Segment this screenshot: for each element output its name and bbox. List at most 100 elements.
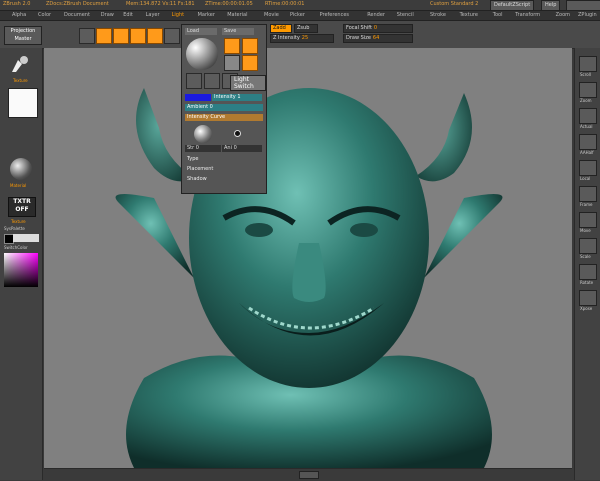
right-local-button[interactable]: Local [579, 160, 597, 181]
light-color-swatch[interactable] [185, 94, 211, 101]
light-bulb-3-icon[interactable] [224, 55, 240, 71]
intensity-curve-button[interactable]: Intensity Curve [185, 114, 263, 121]
right-actual-button[interactable]: Actual [579, 108, 597, 129]
right-scale-label: Scale [580, 254, 591, 259]
color-picker[interactable] [4, 253, 38, 287]
zsub-button[interactable]: Zsub [294, 24, 318, 33]
right-xpose-label: Xpose [580, 306, 593, 311]
edit-button[interactable] [96, 28, 112, 44]
txtr-off-button[interactable]: TXTR OFF [8, 197, 36, 217]
menu-texture[interactable]: Texture [460, 12, 478, 18]
right-xpose-button[interactable]: Xpose [579, 290, 597, 311]
menu-render[interactable]: Render [367, 12, 385, 18]
menu-marker[interactable]: Marker [198, 12, 215, 18]
light-bulb-2-icon[interactable] [242, 38, 258, 54]
right-frame-button[interactable]: Frame [579, 186, 597, 207]
demon-head-model[interactable] [44, 48, 572, 468]
texture-label-2: Texture [11, 219, 26, 224]
menu-movie[interactable]: Movie [264, 12, 279, 18]
menu-layer[interactable]: Layer [146, 12, 160, 18]
frame-icon[interactable] [79, 28, 95, 44]
right-zoom-button[interactable]: Zoom [579, 82, 597, 103]
light-bulb-6-icon[interactable] [204, 73, 220, 89]
rtime-readout: RTime:00:00:01 [265, 1, 305, 7]
title-bar: ZBrush 2.0 ZDocs:ZBrush Document Mem:134… [0, 0, 600, 11]
intensity-slider[interactable]: Intensity 1 [212, 94, 262, 101]
str-slider[interactable]: Str 0 [185, 145, 221, 152]
bottom-tray [44, 468, 572, 481]
menu-zoom[interactable]: Zoom [556, 12, 570, 18]
app-title: ZBrush 2.0 [3, 1, 31, 7]
right-zoom-label: Zoom [580, 98, 592, 103]
menu-transform[interactable]: Transform [515, 12, 540, 18]
specular-preview [194, 125, 212, 143]
menu-bar: Alpha Color Document Draw Edit Layer Light Mark… [0, 11, 600, 21]
material-sphere[interactable] [10, 158, 32, 180]
menu-picker[interactable]: Picker [290, 12, 305, 18]
move-button[interactable] [130, 28, 146, 44]
right-move-label: Move [580, 228, 591, 233]
right-actual-label: Actual [580, 124, 593, 129]
window-controls[interactable] [566, 0, 600, 11]
right-aahalf-button[interactable]: AAHalf [579, 134, 597, 155]
right-rotate-button[interactable]: Rotate [579, 264, 597, 285]
texture-slot[interactable] [8, 88, 38, 118]
rotate-button[interactable] [164, 28, 180, 44]
ani-slider[interactable]: Ani 0 [222, 145, 262, 152]
script-button[interactable]: DefaultZScript [490, 0, 535, 11]
projection-master-button[interactable]: Projection Master [4, 26, 42, 45]
switch-color-button[interactable]: SwitchColor [4, 245, 28, 250]
ambient-slider[interactable]: Ambient 0 [185, 104, 263, 111]
focal-shift-slider[interactable]: Focal Shift 0 [343, 24, 413, 33]
document-canvas[interactable] [44, 48, 572, 468]
right-local-label: Local [580, 176, 591, 181]
shadow-subpalette[interactable]: Shadow [185, 176, 207, 183]
draw-button[interactable] [113, 28, 129, 44]
light-bulb-1-icon[interactable] [224, 38, 240, 54]
right-frame-label: Frame [580, 202, 593, 207]
placement-subpalette[interactable]: Placement [185, 166, 213, 173]
zadd-button[interactable]: Zadd [270, 24, 292, 33]
material-label: Material [10, 183, 27, 188]
left-tray: Texture Material TXTR OFF Texture SysPale… [0, 48, 43, 480]
menu-document[interactable]: Document [64, 12, 90, 18]
syspalette-label: SysPalette [4, 226, 25, 231]
menu-light[interactable]: Light [172, 12, 184, 18]
menu-tool[interactable]: Tool [493, 12, 503, 18]
load-button[interactable]: Load [185, 28, 217, 35]
light-preview-sphere[interactable] [186, 38, 218, 70]
layout-name[interactable]: Custom Standard 2 [430, 1, 478, 7]
ztime-readout: ZTime:00:00:01.05 [205, 1, 253, 7]
type-subpalette[interactable]: Type [185, 156, 198, 163]
light-switch-tooltip: Light Switch [230, 75, 266, 91]
bottom-tray-toggle[interactable] [299, 471, 319, 479]
menu-zplugin[interactable]: ZPlugin [578, 12, 597, 18]
scale-button[interactable] [147, 28, 163, 44]
right-tray: Scroll Zoom Actual AAHalf Local Frame Move Scal… [574, 48, 600, 480]
save-button[interactable]: Save [222, 28, 254, 35]
texture-label: Texture [13, 78, 28, 83]
light-bulb-4-icon[interactable] [242, 55, 258, 71]
top-shelf: Projection Master Zadd Zsub Z Intensity 2… [0, 21, 600, 49]
right-scroll-button[interactable]: Scroll [579, 56, 597, 77]
memory-readout: Mem:134.872 Vs:11 Fs:181 [126, 1, 195, 7]
brush-icon[interactable] [8, 54, 32, 74]
right-scale-button[interactable]: Scale [579, 238, 597, 259]
help-button[interactable]: Help [541, 0, 561, 11]
sys-palette-swatch[interactable] [13, 234, 39, 242]
z-intensity-slider[interactable]: Z Intensity 25 [270, 34, 334, 43]
menu-preferences[interactable]: Preferences [320, 12, 349, 18]
light-bulb-5-icon[interactable] [186, 73, 202, 89]
menu-edit[interactable]: Edit [123, 12, 133, 18]
menu-color[interactable]: Color [38, 12, 51, 18]
menu-material[interactable]: Material [227, 12, 247, 18]
draw-size-slider[interactable]: Draw Size 64 [343, 34, 413, 43]
menu-stroke[interactable]: Stroke [430, 12, 446, 18]
menu-alpha[interactable]: Alpha [12, 12, 26, 18]
right-move-button[interactable]: Move [579, 212, 597, 233]
right-rotate-label: Rotate [580, 280, 594, 285]
menu-draw[interactable]: Draw [101, 12, 114, 18]
spec-dot-icon [234, 130, 241, 137]
menu-stencil[interactable]: Stencil [397, 12, 414, 18]
right-aahalf-label: AAHalf [580, 150, 594, 155]
